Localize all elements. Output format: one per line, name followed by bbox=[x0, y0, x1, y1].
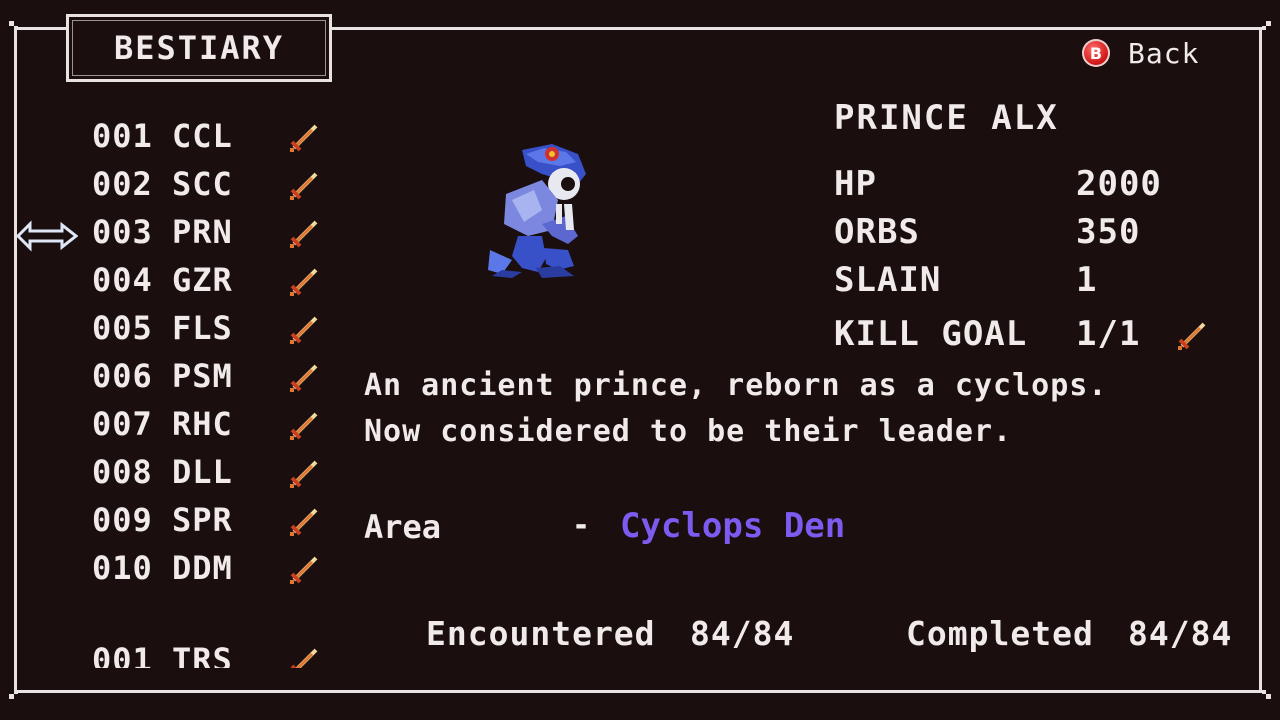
list-item[interactable]: 002 SCC bbox=[92, 164, 292, 204]
sword-icon bbox=[290, 460, 318, 488]
list-item[interactable]: 008 DLL bbox=[92, 452, 292, 492]
list-item-name: SPR bbox=[172, 501, 233, 539]
back-button[interactable]: B Back bbox=[1082, 36, 1199, 70]
sword-icon bbox=[290, 220, 318, 248]
list-item-code: 001 bbox=[92, 117, 153, 155]
list-item-name: RHC bbox=[172, 405, 233, 443]
hp-value: 2000 bbox=[1076, 164, 1162, 204]
list-item[interactable]: 004 GZR bbox=[92, 260, 292, 300]
list-item-code: 010 bbox=[92, 549, 153, 587]
sword-icon bbox=[290, 316, 318, 344]
list-item-code: 005 bbox=[92, 309, 153, 347]
list-item-code: 007 bbox=[92, 405, 153, 443]
kill-goal-value: 1/1 bbox=[1076, 314, 1141, 354]
corner-ornament-icon bbox=[9, 685, 23, 699]
list-item-code: 003 bbox=[92, 213, 153, 251]
list-item-code: 006 bbox=[92, 357, 153, 395]
corner-ornament-icon bbox=[1257, 21, 1271, 35]
list-item[interactable]: 003 PRN bbox=[92, 212, 292, 252]
list-item-code: 008 bbox=[92, 453, 153, 491]
orbs-label: ORBS bbox=[834, 212, 920, 252]
completed-label: Completed bbox=[906, 614, 1094, 653]
list-item[interactable]: 001 CCL bbox=[92, 116, 292, 156]
list-item-name: PSM bbox=[172, 357, 233, 395]
area-value: Cyclops Den bbox=[620, 506, 846, 546]
b-button-icon: B bbox=[1082, 39, 1110, 67]
list-item-code: 009 bbox=[92, 501, 153, 539]
corner-ornament-icon bbox=[1257, 685, 1271, 699]
area-label: Area bbox=[364, 508, 442, 546]
list-item-code: 002 bbox=[92, 165, 153, 203]
description-line-1: An ancient prince, reborn as a cyclops. bbox=[364, 368, 1108, 403]
monster-name: PRINCE ALX bbox=[834, 98, 1059, 138]
hp-label: HP bbox=[834, 164, 877, 204]
kill-goal-label: KILL GOAL bbox=[834, 314, 1028, 354]
slain-value: 1 bbox=[1076, 260, 1098, 300]
sword-icon bbox=[290, 412, 318, 440]
sword-icon bbox=[290, 508, 318, 536]
list-item-name: FLS bbox=[172, 309, 233, 347]
list-item[interactable]: 006 PSM bbox=[92, 356, 292, 396]
list-item[interactable]: 001 TRS bbox=[92, 640, 292, 668]
encountered-label: Encountered bbox=[426, 614, 656, 653]
completed-value: 84/84 bbox=[1128, 614, 1233, 653]
back-label: Back bbox=[1128, 36, 1200, 70]
list-item[interactable]: 010 DDM bbox=[92, 548, 292, 588]
list-item[interactable]: 007 RHC bbox=[92, 404, 292, 444]
list-item-code: 001 bbox=[92, 641, 153, 668]
cyclops-prince-sprite bbox=[488, 144, 586, 278]
slain-label: SLAIN bbox=[834, 260, 942, 300]
sword-icon bbox=[1178, 322, 1206, 350]
area-separator: - bbox=[572, 508, 591, 543]
selection-cursor-icon bbox=[16, 220, 78, 252]
sword-icon bbox=[290, 648, 318, 668]
sword-icon bbox=[290, 124, 318, 152]
orbs-value: 350 bbox=[1076, 212, 1141, 252]
list-item-name: GZR bbox=[172, 261, 233, 299]
list-item-name: CCL bbox=[172, 117, 233, 155]
list-item-name: SCC bbox=[172, 165, 233, 203]
list-item[interactable]: 005 FLS bbox=[92, 308, 292, 348]
list-item-code: 004 bbox=[92, 261, 153, 299]
list-item-name: DDM bbox=[172, 549, 233, 587]
list-item-name: DLL bbox=[172, 453, 233, 491]
bestiary-list[interactable]: 001 CCL 002 SCC 003 PRN 004 GZR 005 FLS 006 PSM 007 R… bbox=[0, 0, 360, 668]
encountered-value: 84/84 bbox=[690, 614, 795, 653]
list-item-name: PRN bbox=[172, 213, 233, 251]
sword-icon bbox=[290, 268, 318, 296]
sword-icon bbox=[290, 556, 318, 584]
description-line-2: Now considered to be their leader. bbox=[364, 414, 1013, 449]
list-item[interactable]: 009 SPR bbox=[92, 500, 292, 540]
list-item-name: TRS bbox=[172, 641, 233, 668]
sword-icon bbox=[290, 172, 318, 200]
sword-icon bbox=[290, 364, 318, 392]
